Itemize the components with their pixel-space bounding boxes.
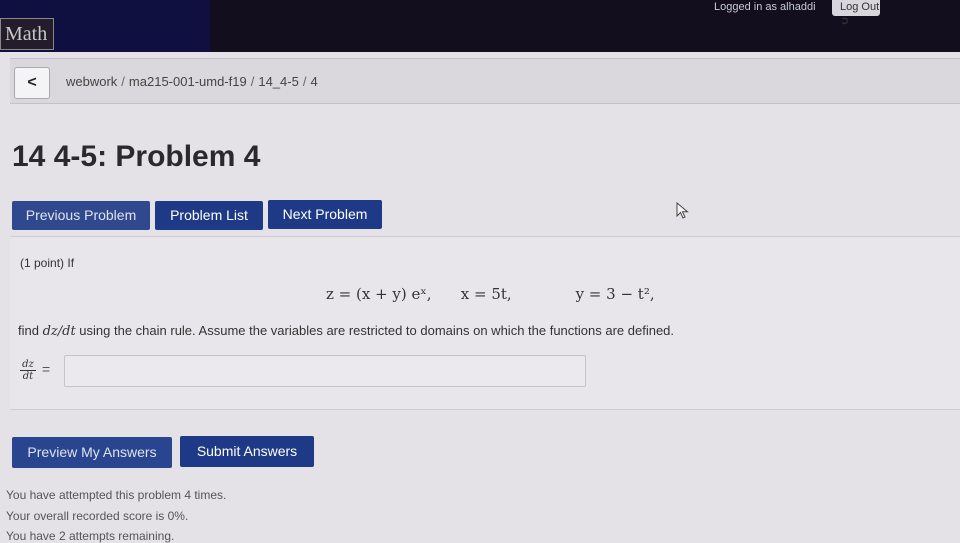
fraction-numerator: dz: [20, 359, 36, 371]
remaining-attempts-text: You have 2 attempts remaining.: [6, 529, 175, 543]
breadcrumb: webwork / ma215-001-umd-f19/14_4-5/4: [66, 74, 318, 89]
problem-equations: z = (x + y) eˣ, x = 5t, y = 3 − t²,: [326, 285, 655, 303]
logout-icon: ➲: [840, 15, 850, 27]
logout-button[interactable]: Log Out ➲: [832, 0, 880, 27]
logout-label: Log Out: [840, 1, 880, 13]
instruction-text-post: using the chain rule. Assume the variabl…: [75, 323, 675, 338]
breadcrumb-item-webwork[interactable]: webwork: [66, 74, 117, 89]
submit-answers-button[interactable]: Submit Answers: [180, 436, 314, 467]
answer-fraction-label: dz dt: [20, 359, 36, 382]
instruction-math: dz/dt: [42, 324, 76, 339]
breadcrumb-item-problem: 4: [310, 74, 318, 89]
previous-problem-button[interactable]: Previous Problem: [12, 201, 150, 230]
breadcrumb-separator: /: [250, 74, 255, 89]
back-button[interactable]: <: [14, 67, 50, 99]
breadcrumb-separator: /: [302, 74, 307, 89]
score-text: Your overall recorded score is 0%.: [6, 509, 189, 523]
math-logo[interactable]: Math: [0, 18, 55, 50]
breadcrumb-bar: < webwork / ma215-001-umd-f19/14_4-5/4: [10, 58, 960, 104]
problem-instruction: find dz/dt using the chain rule. Assume …: [18, 323, 674, 339]
top-navigation-bar: Math Logged in as alhaddi Log Out ➲: [0, 0, 960, 52]
problem-list-button[interactable]: Problem List: [155, 201, 263, 230]
mouse-cursor-icon: [676, 202, 689, 219]
logo-area: Math: [0, 0, 210, 52]
next-problem-button[interactable]: Next Problem: [268, 200, 382, 229]
login-status: Logged in as alhaddi: [714, 1, 816, 13]
problem-box: (1 point) If z = (x + y) eˣ, x = 5t, y =…: [10, 236, 960, 410]
attempts-text: You have attempted this problem 4 times.: [6, 488, 227, 502]
answer-input[interactable]: [64, 355, 586, 387]
breadcrumb-item-course[interactable]: ma215-001-umd-f19: [129, 74, 247, 89]
equals-sign: =: [42, 361, 51, 377]
fraction-denominator: dt: [22, 371, 34, 382]
preview-answers-button[interactable]: Preview My Answers: [12, 437, 172, 468]
page-title: 14 4-5: Problem 4: [12, 140, 261, 173]
problem-intro: (1 point) If: [20, 256, 75, 270]
equation-y: y = 3 − t²,: [575, 285, 655, 303]
breadcrumb-item-set[interactable]: 14_4-5: [258, 74, 298, 89]
equation-x: x = 5t,: [460, 285, 512, 303]
instruction-text-pre: find: [18, 323, 43, 338]
breadcrumb-separator: /: [121, 74, 125, 89]
equation-z: z = (x + y) eˣ,: [326, 285, 432, 303]
